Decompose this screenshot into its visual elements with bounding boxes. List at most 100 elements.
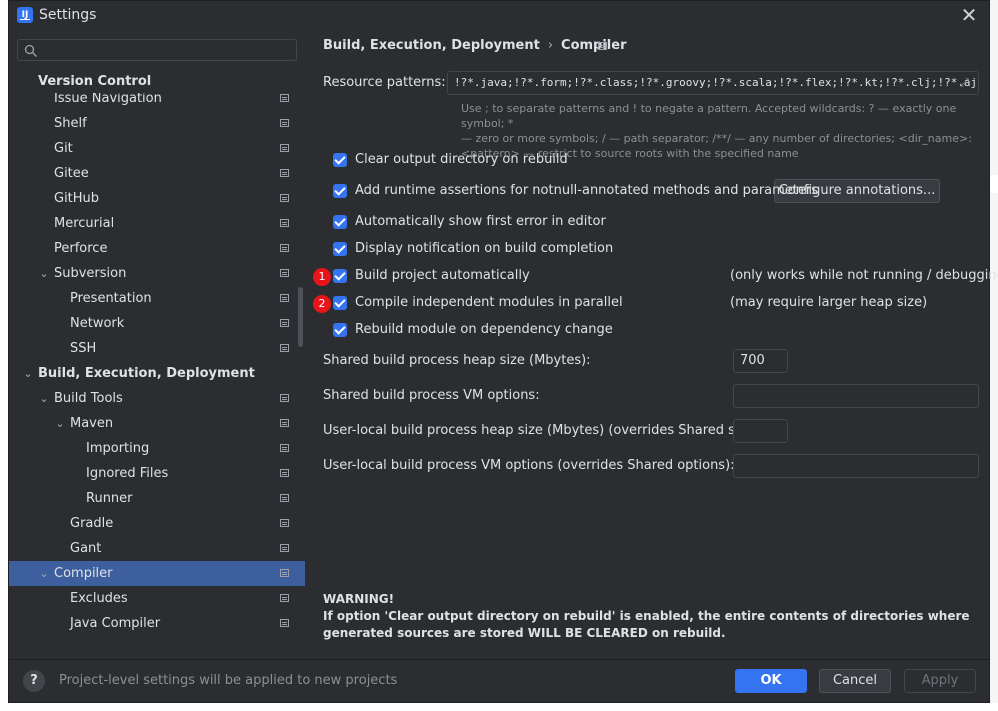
project-level-icon bbox=[280, 619, 289, 627]
checkbox-checked-icon[interactable] bbox=[333, 296, 347, 310]
checkbox-label: Add runtime assertions for notnull-annot… bbox=[355, 183, 819, 198]
warning-text: If option 'Clear output directory on reb… bbox=[323, 609, 970, 640]
sidebar-item-label: Excludes bbox=[70, 591, 128, 606]
project-level-icon bbox=[280, 419, 289, 427]
sidebar-item-build-execution-deployment[interactable]: ⌄ Build, Execution, Deployment bbox=[9, 361, 305, 386]
background-link bbox=[990, 175, 998, 193]
checkbox-checked-icon[interactable] bbox=[333, 269, 347, 283]
hint-line-2: — zero or more symbols; / — path separat… bbox=[461, 132, 972, 145]
sidebar-item-maven[interactable]: ⌄ Maven bbox=[9, 411, 305, 436]
chevron-down-icon[interactable]: ⌄ bbox=[54, 411, 66, 436]
project-level-icon bbox=[598, 42, 607, 50]
local-heap-size-input[interactable] bbox=[733, 419, 788, 443]
sidebar-item-label: Ignored Files bbox=[86, 466, 169, 481]
sidebar-item-network[interactable]: Network bbox=[9, 311, 305, 336]
sidebar-item-label: SSH bbox=[70, 341, 97, 356]
sidebar-item-excludes[interactable]: Excludes bbox=[9, 586, 305, 611]
project-level-icon bbox=[280, 269, 289, 277]
sidebar-item-label: Gitee bbox=[54, 166, 89, 181]
chevron-down-icon[interactable]: ⌄ bbox=[38, 386, 50, 411]
chevron-down-icon[interactable]: ⌄ bbox=[38, 561, 50, 586]
checkbox-label: Clear output directory on rebuild bbox=[355, 152, 568, 167]
sidebar-item-gitee[interactable]: Gitee bbox=[9, 161, 305, 186]
ok-button[interactable]: OK bbox=[735, 669, 807, 693]
sidebar-item-label: Gradle bbox=[70, 516, 114, 531]
project-level-icon bbox=[280, 169, 289, 177]
sidebar-item-label: Gant bbox=[70, 541, 102, 556]
window-title: Settings bbox=[39, 7, 97, 23]
title-bar: IJ Settings ✕ bbox=[9, 1, 989, 31]
sidebar-item-subversion[interactable]: ⌄ Subversion bbox=[9, 261, 305, 286]
local-vm-options-input[interactable] bbox=[733, 454, 979, 478]
checkbox-checked-icon[interactable] bbox=[333, 215, 347, 229]
expand-icon[interactable]: ⤢ bbox=[960, 77, 972, 89]
help-button[interactable]: ? bbox=[23, 670, 45, 692]
sidebar-item-label: Subversion bbox=[54, 266, 127, 281]
sticky-section-header[interactable]: Version Control bbox=[9, 69, 305, 93]
sidebar-item-importing[interactable]: Importing bbox=[9, 436, 305, 461]
search-input[interactable] bbox=[17, 39, 297, 61]
resource-patterns-field[interactable]: !?*.java;!?*.form;!?*.class;!?*.groovy;!… bbox=[447, 71, 979, 95]
close-icon[interactable]: ✕ bbox=[957, 3, 981, 27]
project-level-icon bbox=[280, 219, 289, 227]
checkbox-checked-icon[interactable] bbox=[333, 184, 347, 198]
sidebar-item-label: GitHub bbox=[54, 191, 100, 206]
project-level-icon bbox=[280, 569, 289, 577]
apply-button[interactable]: Apply bbox=[904, 669, 976, 693]
sidebar-item-gradle[interactable]: Gradle bbox=[9, 511, 305, 536]
sidebar-item-presentation[interactable]: Presentation bbox=[9, 286, 305, 311]
project-level-icon bbox=[280, 94, 289, 102]
sidebar-item-label: Perforce bbox=[54, 241, 108, 256]
sidebar-item-label: Build, Execution, Deployment bbox=[38, 366, 255, 381]
intellij-app-icon: IJ bbox=[17, 7, 33, 23]
hint-line-1: Use ; to separate patterns and ! to nega… bbox=[461, 102, 957, 130]
chevron-down-icon[interactable]: ⌄ bbox=[22, 361, 34, 386]
sidebar-item-ignored-files[interactable]: Ignored Files bbox=[9, 461, 305, 486]
settings-sidebar: Version Control File Status ColorsIssue … bbox=[9, 31, 305, 659]
sidebar-item-runner[interactable]: Runner bbox=[9, 486, 305, 511]
sidebar-item-shelf[interactable]: Shelf bbox=[9, 111, 305, 136]
cancel-button[interactable]: Cancel bbox=[819, 669, 891, 693]
sidebar-item-git[interactable]: Git bbox=[9, 136, 305, 161]
vm-options-label: Shared build process VM options: bbox=[323, 388, 540, 403]
checkbox-checked-icon[interactable] bbox=[333, 242, 347, 256]
background-app-right bbox=[990, 0, 998, 711]
sidebar-item-label: Network bbox=[70, 316, 125, 331]
sidebar-scrollbar[interactable] bbox=[298, 287, 303, 347]
checkbox-note: (only works while not running / debuggin… bbox=[730, 268, 998, 283]
vm-options-input[interactable] bbox=[733, 384, 979, 408]
sidebar-item-label: Compiler bbox=[54, 566, 113, 581]
heap-size-input[interactable]: 700 bbox=[733, 349, 788, 373]
checkbox-note: (may require larger heap size) bbox=[730, 295, 928, 310]
sidebar-item-label: Java Compiler bbox=[70, 616, 161, 631]
chevron-down-icon[interactable]: ⌄ bbox=[38, 261, 50, 286]
background-app-bottom bbox=[0, 703, 998, 711]
settings-dialog: IJ Settings ✕ Version Control File Statu… bbox=[8, 0, 998, 703]
checkbox-checked-icon[interactable] bbox=[333, 323, 347, 337]
warning-title: WARNING! bbox=[323, 592, 395, 606]
checkbox-checked-icon[interactable] bbox=[333, 153, 347, 167]
project-level-icon bbox=[280, 394, 289, 402]
sidebar-item-compiler[interactable]: ⌄ Compiler bbox=[9, 561, 305, 586]
background-app-left bbox=[0, 0, 8, 711]
local-vm-options-label: User-local build process VM options (ove… bbox=[323, 458, 735, 473]
compiler-settings-panel: Build, Execution, Deployment › Compiler Re… bbox=[305, 31, 998, 659]
footer-info-text: Project-level settings will be applied t… bbox=[59, 673, 398, 688]
resource-patterns-value: !?*.java;!?*.form;!?*.class;!?*.groovy;!… bbox=[454, 76, 978, 89]
project-level-icon bbox=[280, 294, 289, 302]
sidebar-item-build-tools[interactable]: ⌄ Build Tools bbox=[9, 386, 305, 411]
heap-size-label: Shared build process heap size (Mbytes): bbox=[323, 353, 591, 368]
sidebar-item-label: Shelf bbox=[54, 116, 87, 131]
sidebar-item-mercurial[interactable]: Mercurial bbox=[9, 211, 305, 236]
checkbox-label: Build project automatically bbox=[355, 268, 530, 283]
project-level-icon bbox=[280, 244, 289, 252]
sidebar-item-perforce[interactable]: Perforce bbox=[9, 236, 305, 261]
search-icon bbox=[24, 44, 37, 57]
sidebar-item-gant[interactable]: Gant bbox=[9, 536, 305, 561]
annotation-marker: 1 bbox=[313, 268, 331, 286]
sidebar-item-java-compiler[interactable]: Java Compiler bbox=[9, 611, 305, 636]
sidebar-item-ssh[interactable]: SSH bbox=[9, 336, 305, 361]
warning-block: WARNING! If option 'Clear output directo… bbox=[323, 591, 983, 642]
sidebar-item-github[interactable]: GitHub bbox=[9, 186, 305, 211]
breadcrumb-parent[interactable]: Build, Execution, Deployment bbox=[323, 38, 540, 53]
